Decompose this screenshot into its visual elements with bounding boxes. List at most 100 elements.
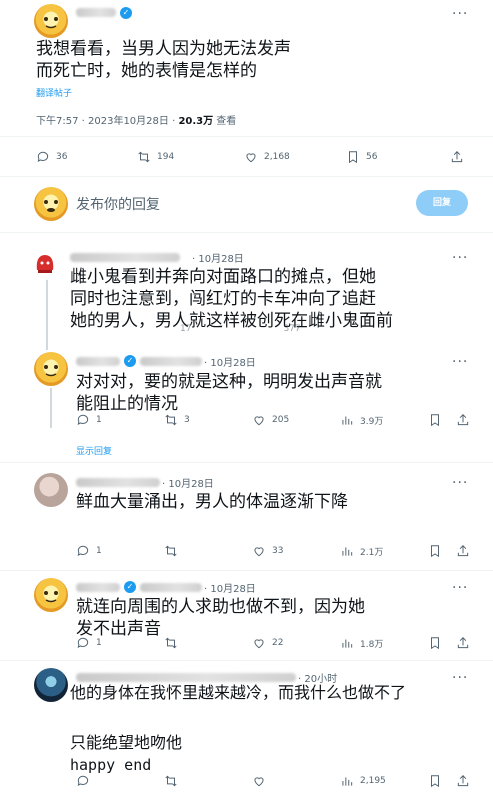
reply-avatar[interactable] — [34, 352, 68, 386]
reply-author-blurred[interactable] — [76, 357, 120, 366]
share-action[interactable] — [456, 544, 470, 558]
reply-author-blurred[interactable] — [76, 583, 120, 592]
bookmark-action[interactable] — [428, 774, 442, 788]
heart-icon — [254, 547, 264, 557]
views-count: 2.1万 — [360, 547, 384, 558]
retweet-action[interactable] — [164, 544, 178, 558]
like-action[interactable]: 2,168 — [244, 150, 290, 164]
reply-stats-row: 17 377 — [140, 324, 301, 334]
reply-avatar[interactable] — [30, 250, 60, 280]
more-dots-icon[interactable]: ··· — [452, 580, 468, 596]
comment-icon — [77, 545, 89, 557]
reply-action[interactable]: 1 — [76, 544, 102, 558]
show-replies-link[interactable]: 显示回复 — [76, 444, 112, 457]
reply-author-blurred[interactable] — [76, 478, 160, 487]
reply-text-line: 就连向周围的人求助也做不到，因为她 — [76, 597, 365, 617]
views-chart-icon — [342, 547, 353, 556]
reply-date: · 10月28日 — [204, 584, 256, 595]
views-action[interactable]: 2,195 — [340, 774, 386, 788]
share-icon — [457, 414, 469, 426]
divider — [0, 462, 493, 463]
bookmark-icon — [431, 637, 439, 650]
like-count: 22 — [272, 638, 284, 648]
reply-author-blurred[interactable] — [70, 253, 180, 262]
divider — [0, 232, 493, 233]
views-count: 20.3万 — [178, 116, 214, 127]
like-action[interactable] — [252, 774, 266, 788]
retweet-icon — [165, 775, 177, 787]
retweet-icon — [165, 637, 177, 649]
reply-avatar[interactable] — [34, 473, 68, 507]
reply-text-line: 只能绝望地吻他 — [70, 733, 183, 752]
reply-count: 1 — [96, 546, 102, 556]
reply-input[interactable]: 发布你的回复 — [76, 194, 160, 214]
thread-line — [46, 278, 48, 350]
reply-count: 1 — [96, 638, 102, 648]
reply-text-line: 雌小鬼看到并奔向对面路口的摊点，但她 — [70, 267, 376, 287]
reply-handle-blurred[interactable] — [140, 357, 202, 366]
like-action[interactable]: 33 — [252, 544, 283, 558]
like-count: 33 — [272, 546, 284, 556]
heart-icon — [254, 416, 264, 426]
more-dots-icon[interactable]: ··· — [452, 354, 468, 370]
retweet-count: 17 — [180, 324, 192, 334]
reply-avatar[interactable] — [34, 578, 68, 612]
share-action[interactable] — [456, 636, 470, 650]
tweet-text-line1: 我想看看，当男人因为她无法发声 — [36, 39, 291, 59]
reply-date: · 10月28日 — [162, 479, 214, 490]
reply-submit-button[interactable]: 回复 — [416, 190, 468, 216]
retweet-action[interactable] — [164, 636, 178, 650]
share-action[interactable] — [450, 150, 464, 164]
reply-action[interactable] — [76, 774, 90, 788]
views-action[interactable]: 3.9万 — [340, 413, 383, 427]
bookmark-action[interactable] — [428, 544, 442, 558]
reply-action[interactable]: 1 — [76, 413, 102, 427]
retweet-action[interactable]: 194 — [137, 150, 174, 164]
views-action[interactable]: 2.1万 — [340, 544, 383, 558]
reply-text-line: 他的身体在我怀里越来越冷，而我什么也做不了 — [70, 683, 407, 702]
retweet-icon — [165, 414, 177, 426]
bookmark-action[interactable]: 56 — [346, 150, 377, 164]
bookmark-icon — [349, 151, 357, 164]
tweet-text-line2: 而死亡时，她的表情是怎样的 — [36, 61, 257, 81]
reply-avatar[interactable] — [34, 668, 68, 702]
comment-icon — [77, 637, 89, 649]
retweet-count: 3 — [184, 415, 190, 425]
divider — [0, 660, 493, 661]
views-count: 2,195 — [360, 776, 386, 786]
reply-text-line: 同时也注意到，闯红灯的卡车冲向了追赶 — [70, 289, 376, 309]
bookmark-action[interactable] — [428, 413, 442, 427]
reply-count: 1 — [96, 415, 102, 425]
retweet-action[interactable] — [164, 774, 178, 788]
timestamp: 下午7:57 · 2023年10月28日 · — [36, 116, 179, 127]
author-name-blurred[interactable] — [76, 8, 116, 17]
like-action[interactable]: 205 — [252, 413, 289, 427]
reply-text-line: happy end — [70, 756, 152, 774]
retweet-count: 194 — [157, 152, 175, 162]
views-action[interactable]: 1.8万 — [340, 636, 383, 650]
divider — [0, 136, 493, 137]
more-dots-icon[interactable]: ··· — [452, 250, 468, 266]
retweet-action[interactable]: 3 — [164, 413, 190, 427]
comment-icon — [37, 151, 49, 163]
bookmark-icon — [431, 545, 439, 558]
more-dots-icon[interactable]: ··· — [452, 670, 468, 686]
like-count: 377 — [283, 324, 301, 334]
like-count: 2,168 — [264, 152, 290, 162]
translate-link[interactable]: 翻译帖子 — [36, 86, 72, 99]
reply-author-blurred[interactable] — [76, 673, 296, 682]
like-action[interactable]: 22 — [252, 636, 283, 650]
reply-action[interactable]: 1 — [76, 636, 102, 650]
reply-text-line: 鲜血大量涌出，男人的体温逐渐下降 — [76, 492, 348, 512]
reply-action[interactable]: 36 — [36, 150, 67, 164]
more-dots-icon[interactable]: ··· — [452, 6, 468, 22]
share-icon — [457, 637, 469, 649]
share-action[interactable] — [456, 413, 470, 427]
views-chart-icon — [342, 639, 353, 648]
reply-handle-blurred[interactable] — [140, 583, 202, 592]
more-dots-icon[interactable]: ··· — [452, 475, 468, 491]
bookmark-action[interactable] — [428, 636, 442, 650]
author-avatar[interactable] — [34, 4, 68, 38]
share-action[interactable] — [456, 774, 470, 788]
bookmark-icon — [431, 775, 439, 788]
